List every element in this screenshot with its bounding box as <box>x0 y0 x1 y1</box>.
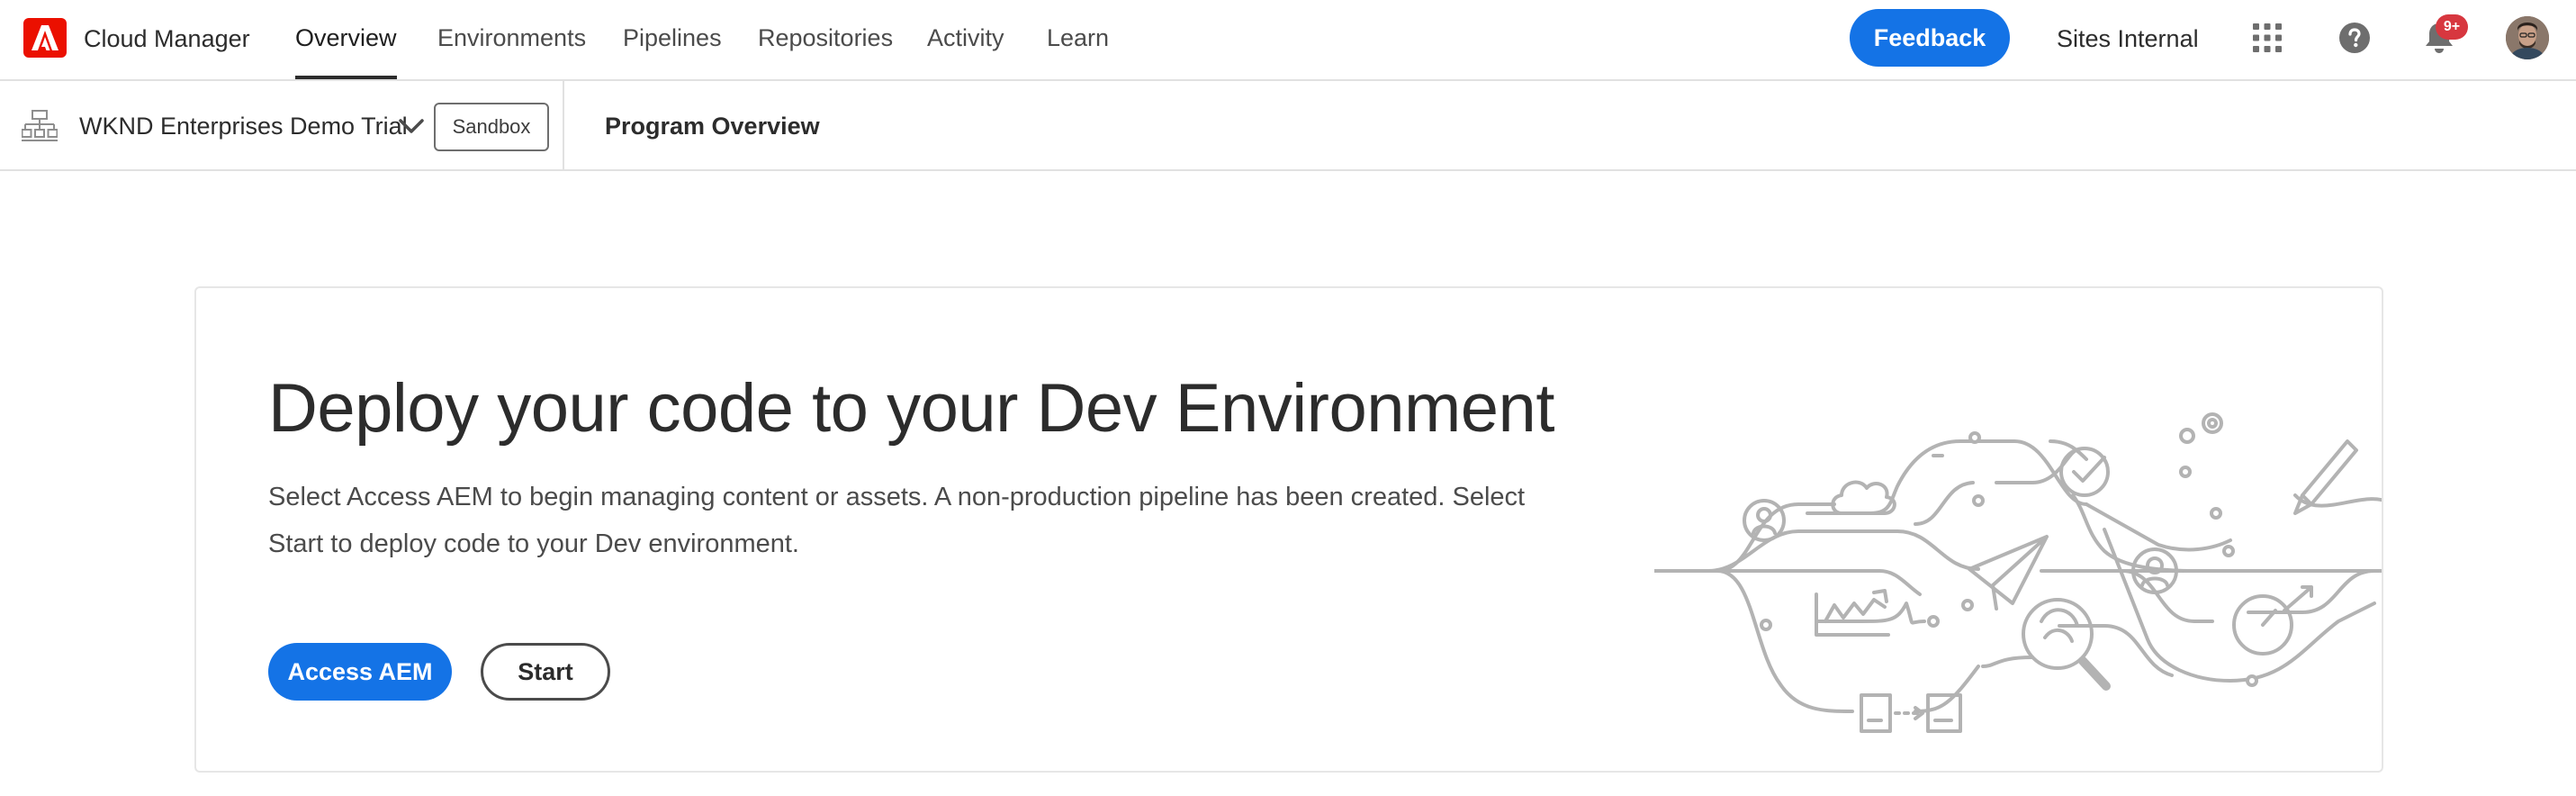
flow-line <box>1914 665 1980 713</box>
flow-line <box>1914 481 1975 526</box>
gear-icon <box>2202 412 2223 434</box>
tab-overview[interactable]: Overview <box>295 0 397 79</box>
tab-environments[interactable]: Environments <box>437 0 586 79</box>
program-bar: WKND Enterprises Demo Trial Sandbox Prog… <box>0 81 2576 171</box>
card-title: Deploy your code to your Dev Environment <box>268 370 1554 447</box>
card-description: Select Access AEM to begin managing cont… <box>268 483 1526 558</box>
adobe-logo-icon[interactable] <box>23 18 67 58</box>
paper-plane-icon <box>1968 535 2049 611</box>
breadcrumb: Program Overview <box>605 113 820 140</box>
help-icon[interactable] <box>2337 20 2373 56</box>
divider <box>563 81 564 171</box>
program-selector[interactable]: WKND Enterprises Demo Trial <box>79 81 408 171</box>
feedback-button[interactable]: Feedback <box>1850 9 2010 67</box>
get-started-card: Deploy your code to your Dev Environment… <box>194 286 2383 773</box>
document-icon <box>1860 693 1892 733</box>
chevron-down-icon[interactable] <box>396 115 427 137</box>
flow-line <box>1932 439 2088 461</box>
tab-pipelines[interactable]: Pipelines <box>623 0 722 79</box>
top-navigation-bar: Cloud Manager Overview Environments Pipe… <box>0 0 2576 81</box>
app-switcher-icon[interactable] <box>2249 20 2285 56</box>
tab-repositories[interactable]: Repositories <box>758 0 893 79</box>
avatar[interactable] <box>2506 16 2549 59</box>
document-icon <box>1926 693 1962 733</box>
flow-line <box>1707 529 1980 573</box>
flow-line <box>1806 439 2088 515</box>
pipeline-illustration <box>1653 324 2382 756</box>
tab-learn[interactable]: Learn <box>1047 0 1109 79</box>
org-switcher[interactable]: Sites Internal <box>2057 0 2199 77</box>
flow-line <box>1981 656 2034 668</box>
flow-line <box>1653 569 1854 713</box>
app-name[interactable]: Cloud Manager <box>84 0 250 77</box>
start-button[interactable]: Start <box>481 643 610 701</box>
tab-activity[interactable]: Activity <box>927 0 1004 79</box>
flow-line <box>1995 448 2079 484</box>
environment-tag: Sandbox <box>434 103 549 151</box>
notification-badge: 9+ <box>2436 14 2468 40</box>
access-aem-button[interactable]: Access AEM <box>268 643 452 701</box>
program-hierarchy-icon <box>21 110 59 142</box>
